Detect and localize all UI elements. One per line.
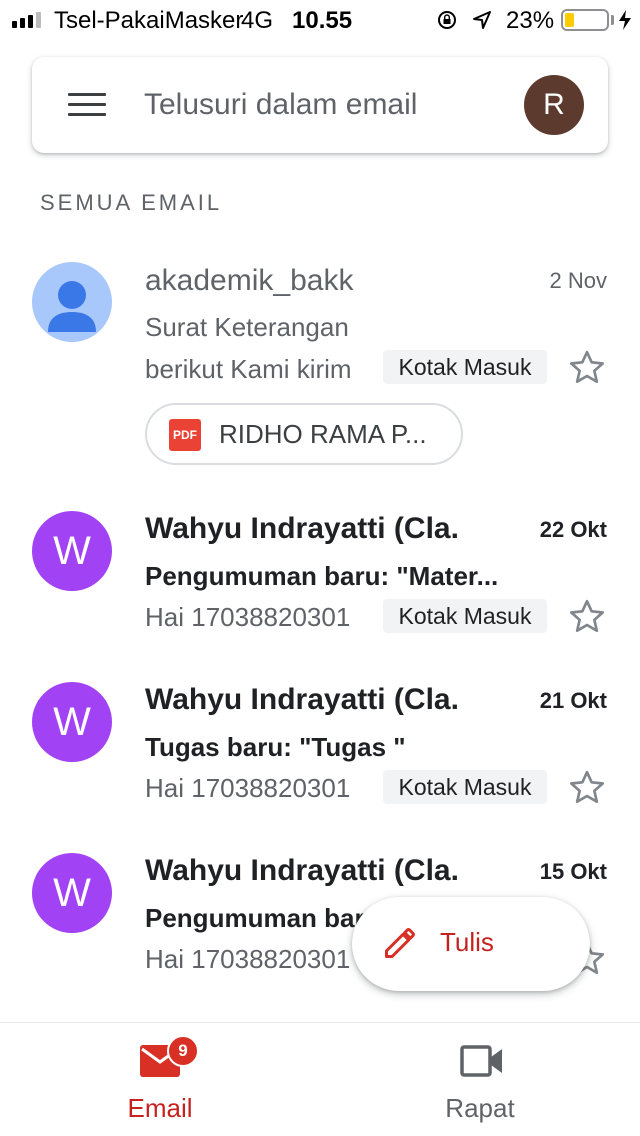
email-list-item[interactable]: W Wahyu Indrayatti (Cla. 21 Okt Tugas ba…	[0, 671, 640, 821]
carrier-name: Tsel-PakaiMasker	[54, 7, 244, 34]
nav-item-meet[interactable]: Rapat	[320, 1023, 640, 1136]
email-list-item[interactable]: akademik_bakk 2 Nov Surat Keterangan ber…	[0, 250, 640, 480]
sender-avatar: W	[32, 511, 112, 591]
video-icon	[460, 1045, 502, 1077]
clock-time: 10.55	[292, 7, 353, 34]
attachment-chip[interactable]: PDF RIDHO RAMA P...	[145, 403, 463, 465]
gmail-inbox-screen: Tsel-PakaiMasker 4G 10.55 23% R SEMUA EM…	[0, 0, 640, 1136]
compose-label: Tulis	[440, 927, 494, 957]
label-chip: Kotak Masuk	[383, 770, 547, 804]
search-bar: R	[32, 57, 608, 153]
email-subject: Surat Keterangan	[145, 312, 349, 342]
battery-tip	[611, 15, 614, 25]
default-person-icon	[48, 281, 96, 332]
email-date: 15 Okt	[539, 859, 607, 884]
email-sender: Wahyu Indrayatti (Cla.	[145, 854, 459, 887]
section-label: SEMUA EMAIL	[40, 190, 223, 215]
email-sender: Wahyu Indrayatti (Cla.	[145, 683, 459, 716]
network-type: 4G	[241, 7, 274, 34]
bottom-navigation: 9 Email Rapat	[0, 1022, 640, 1136]
attachment-name: RIDHO RAMA P...	[219, 419, 427, 449]
signal-icon	[12, 12, 41, 28]
email-snippet: berikut Kami kirim	[145, 354, 352, 384]
star-icon[interactable]	[567, 768, 607, 808]
email-subject: Pengumuman baru: "Mater...	[145, 561, 499, 591]
star-icon[interactable]	[567, 597, 607, 637]
email-date: 21 Okt	[539, 688, 607, 713]
battery-icon	[561, 9, 609, 31]
status-bar: Tsel-PakaiMasker 4G 10.55 23%	[0, 0, 640, 40]
email-snippet: Hai 17038820301	[145, 602, 351, 632]
nav-label: Email	[127, 1093, 193, 1123]
pencil-icon	[385, 928, 415, 958]
location-icon	[473, 11, 491, 29]
battery-percent: 23%	[506, 7, 555, 34]
battery-level-fill	[565, 13, 574, 27]
email-list-item[interactable]: W Wahyu Indrayatti (Cla. 22 Okt Pengumum…	[0, 500, 640, 650]
email-date: 22 Okt	[539, 517, 607, 542]
hamburger-menu-icon[interactable]	[68, 93, 106, 117]
unread-count-badge: 9	[167, 1035, 199, 1067]
charging-icon	[619, 10, 631, 30]
orientation-lock-icon	[438, 11, 456, 29]
email-snippet: Hai 17038820301	[145, 944, 351, 974]
sender-avatar	[32, 262, 112, 342]
star-icon[interactable]	[567, 348, 607, 388]
email-subject: Tugas baru: "Tugas "	[145, 732, 406, 762]
nav-label: Rapat	[445, 1093, 515, 1123]
account-avatar[interactable]: R	[524, 75, 584, 135]
email-date: 2 Nov	[549, 268, 607, 293]
email-sender: akademik_bakk	[145, 264, 354, 297]
sender-avatar: W	[32, 682, 112, 762]
pdf-file-icon: PDF	[169, 419, 201, 451]
email-snippet: Hai 17038820301	[145, 773, 351, 803]
search-input[interactable]	[144, 83, 504, 127]
compose-button[interactable]: Tulis	[352, 897, 590, 991]
label-chip: Kotak Masuk	[383, 350, 547, 384]
nav-item-email[interactable]: 9 Email	[0, 1023, 320, 1136]
sender-avatar: W	[32, 853, 112, 933]
label-chip: Kotak Masuk	[383, 599, 547, 633]
email-sender: Wahyu Indrayatti (Cla.	[145, 512, 459, 545]
